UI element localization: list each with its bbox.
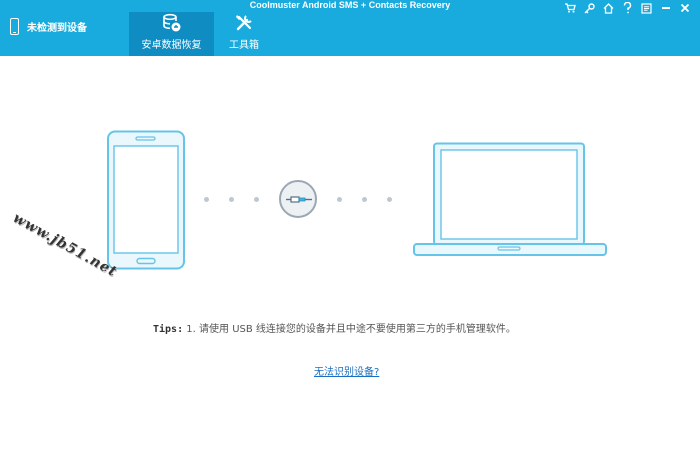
- connection-dot: [204, 197, 209, 202]
- device-status: 未检测到设备: [10, 14, 87, 38]
- home-icon[interactable]: [599, 0, 618, 16]
- connection-dot: [337, 197, 342, 202]
- phone-icon: [10, 17, 19, 35]
- laptop-illustration: [413, 142, 607, 256]
- tab-toolbox[interactable]: 工具箱: [222, 12, 266, 56]
- main-content: Tips: 1. 请使用 USB 线连接您的设备并且中途不要使用第三方的手机管理…: [0, 56, 700, 449]
- help-icon[interactable]: [618, 0, 637, 16]
- cannot-recognize-device-link[interactable]: 无法识别设备?: [314, 363, 379, 378]
- tools-icon: [236, 15, 252, 31]
- tab-label: 工具箱: [229, 40, 259, 51]
- connection-dot: [229, 197, 234, 202]
- phone-illustration: [107, 130, 185, 270]
- window-controls: [561, 0, 694, 16]
- connection-dot: [254, 197, 259, 202]
- cart-icon[interactable]: [561, 0, 580, 16]
- usb-cable-badge: [279, 180, 317, 218]
- feedback-icon[interactable]: [637, 0, 656, 16]
- device-status-label: 未检测到设备: [27, 22, 87, 34]
- title-bar: Coolmuster Android SMS + Contacts Recove…: [0, 0, 700, 56]
- tab-android-data-recovery[interactable]: 安卓数据恢复: [129, 12, 214, 56]
- tips-body: 1. 请使用 USB 线连接您的设备并且中途不要使用第三方的手机管理软件。: [186, 324, 516, 335]
- connection-dot: [387, 197, 392, 202]
- usb-cable-icon: [286, 196, 312, 203]
- database-restore-icon: [162, 13, 180, 32]
- tab-label: 安卓数据恢复: [141, 40, 202, 51]
- connection-dot: [362, 197, 367, 202]
- tips-text: Tips: 1. 请使用 USB 线连接您的设备并且中途不要使用第三方的手机管理…: [153, 320, 516, 335]
- minimize-icon[interactable]: [656, 0, 675, 16]
- close-icon[interactable]: [675, 0, 694, 16]
- tips-label: Tips:: [153, 324, 184, 335]
- key-icon[interactable]: [580, 0, 599, 16]
